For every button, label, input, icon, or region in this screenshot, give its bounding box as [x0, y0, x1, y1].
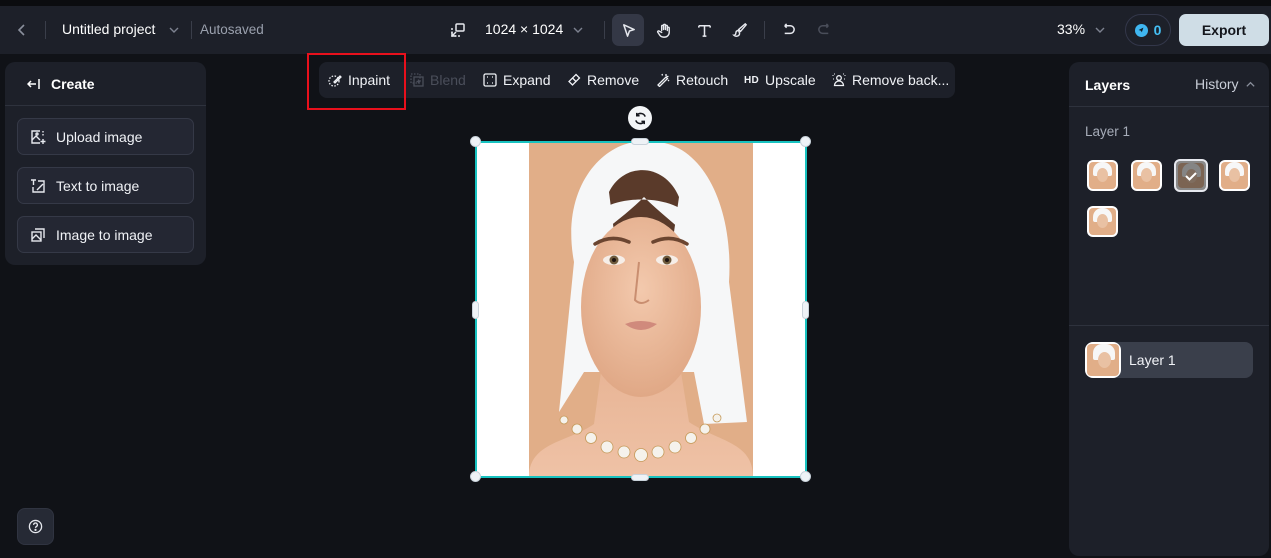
upscale-label: Upscale — [765, 72, 816, 88]
history-thumbnail[interactable] — [1087, 160, 1118, 191]
layer-row[interactable]: Layer 1 — [1085, 342, 1253, 378]
upscale-button[interactable]: HD Upscale — [744, 62, 816, 98]
history-thumbnail[interactable] — [1131, 160, 1162, 191]
text-to-image-icon — [31, 178, 45, 193]
upload-image-label: Upload image — [56, 128, 143, 145]
image-to-image-icon — [31, 227, 45, 242]
zoom-level-select[interactable]: 33% — [1057, 21, 1085, 37]
remove-background-icon — [832, 73, 846, 87]
resize-handle-top-right[interactable] — [800, 136, 811, 147]
divider — [191, 21, 192, 39]
layer-thumbnail — [1085, 342, 1121, 378]
text-tool-button[interactable] — [688, 14, 720, 46]
layers-panel-header: Layers History — [1069, 62, 1269, 107]
resize-handle-right[interactable] — [802, 301, 809, 319]
save-status: Autosaved — [200, 22, 264, 37]
canvas-size-select[interactable]: 1024 × 1024 — [485, 21, 563, 37]
divider — [45, 21, 46, 39]
layer-name: Layer 1 — [1129, 352, 1176, 368]
expand-button[interactable]: Expand — [483, 62, 550, 98]
create-panel-collapse[interactable]: Create — [5, 62, 206, 106]
eraser-icon — [568, 73, 581, 86]
create-panel: Create Upload image Text to image Image … — [5, 62, 206, 265]
retouch-button[interactable]: Retouch — [656, 62, 728, 98]
chevron-down-icon[interactable] — [571, 23, 585, 37]
chevron-up-icon — [1245, 81, 1255, 87]
export-button[interactable]: Export — [1179, 14, 1269, 46]
help-button[interactable] — [17, 508, 54, 545]
undo-icon — [783, 22, 795, 34]
inpaint-button[interactable]: Inpaint — [328, 62, 390, 98]
remove-background-label: Remove back... — [852, 72, 950, 88]
collapse-left-icon — [27, 78, 40, 89]
remove-label: Remove — [587, 72, 640, 88]
resize-handle-left[interactable] — [472, 301, 479, 319]
credits-icon — [1134, 23, 1148, 37]
rotate-icon — [634, 112, 646, 124]
project-title[interactable]: Untitled project — [62, 21, 155, 37]
text-to-image-button[interactable]: Text to image — [17, 167, 194, 204]
canvas-image[interactable] — [476, 142, 806, 477]
blend-icon — [410, 73, 424, 87]
expand-icon — [483, 73, 497, 87]
history-thumbnail[interactable] — [1219, 160, 1250, 191]
layers-panel: Layers History Layer 1 Layer 1 — [1069, 62, 1269, 556]
chevron-down-icon[interactable] — [167, 23, 181, 37]
pointer-icon — [622, 23, 635, 37]
resize-canvas-icon[interactable] — [450, 22, 466, 38]
magic-wand-icon — [657, 73, 670, 87]
credits-count: 0 — [1153, 22, 1162, 38]
undo-button[interactable] — [772, 14, 804, 46]
brush-tool-button[interactable] — [724, 14, 756, 46]
blend-label: Blend — [430, 72, 466, 88]
divider — [1069, 325, 1269, 326]
chevron-down-icon[interactable] — [1093, 23, 1107, 37]
upload-image-button[interactable]: Upload image — [17, 118, 194, 155]
inpaint-label: Inpaint — [348, 72, 391, 88]
resize-handle-bottom-left[interactable] — [470, 471, 481, 482]
text-icon — [697, 24, 711, 37]
upload-image-icon — [31, 129, 46, 144]
create-panel-title: Create — [51, 75, 95, 92]
text-to-image-label: Text to image — [56, 177, 140, 194]
history-thumbnail[interactable] — [1087, 206, 1118, 237]
redo-icon — [817, 22, 829, 34]
history-thumbnail-selected[interactable] — [1174, 159, 1208, 192]
tab-layers[interactable]: Layers — [1085, 77, 1130, 93]
remove-button[interactable]: Remove — [567, 62, 639, 98]
expand-label: Expand — [503, 72, 551, 88]
remove-background-button[interactable]: Remove back... — [832, 62, 949, 98]
hand-icon — [656, 23, 670, 38]
image-action-bar: Inpaint Blend Expand Remove Retouch HD U… — [319, 62, 955, 98]
redo-button[interactable] — [808, 14, 840, 46]
resize-handle-bottom-right[interactable] — [800, 471, 811, 482]
image-to-image-button[interactable]: Image to image — [17, 216, 194, 253]
tab-history-label: History — [1195, 76, 1239, 92]
check-icon — [1176, 161, 1206, 190]
resize-handle-top-left[interactable] — [470, 136, 481, 147]
select-tool-button[interactable] — [612, 14, 644, 46]
divider — [764, 21, 765, 39]
top-bar: Untitled project Autosaved 1024 × 1024 3… — [0, 6, 1271, 54]
blend-button[interactable]: Blend — [410, 62, 466, 98]
rotate-handle[interactable] — [628, 106, 652, 130]
resize-handle-top[interactable] — [631, 138, 649, 145]
hd-icon: HD — [744, 74, 760, 86]
tab-history[interactable]: History — [1195, 76, 1256, 92]
inpaint-icon — [328, 75, 342, 87]
resize-handle-bottom[interactable] — [631, 474, 649, 481]
hand-tool-button[interactable] — [648, 14, 680, 46]
brush-icon — [731, 22, 747, 37]
back-chevron-icon[interactable] — [14, 22, 30, 38]
divider — [604, 21, 605, 39]
image-to-image-label: Image to image — [56, 226, 153, 243]
question-circle-icon — [28, 519, 43, 534]
credits-badge[interactable]: 0 — [1125, 14, 1171, 46]
history-group-label: Layer 1 — [1085, 124, 1131, 139]
portrait-photo — [529, 142, 753, 477]
retouch-label: Retouch — [676, 72, 729, 88]
